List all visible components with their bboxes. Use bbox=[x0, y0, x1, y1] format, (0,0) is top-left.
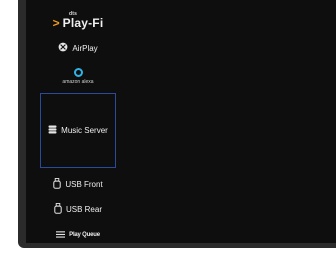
usb-rear-label: USB Rear bbox=[65, 204, 102, 214]
airplay-icon bbox=[58, 42, 68, 54]
source-music-server[interactable]: Music Server bbox=[40, 93, 116, 168]
source-airplay[interactable]: AirPlay bbox=[40, 40, 116, 56]
alexa-label: amazon alexa bbox=[62, 78, 94, 85]
source-amazon-alexa[interactable]: amazon alexa bbox=[40, 62, 116, 90]
server-icon bbox=[48, 125, 57, 136]
source-play-fi[interactable]: > dts Play-Fi bbox=[40, 11, 116, 34]
source-usb-rear[interactable]: USB Rear bbox=[40, 201, 116, 217]
music-server-label: Music Server bbox=[61, 126, 108, 135]
list-icon bbox=[56, 230, 66, 240]
play-queue[interactable]: Play Queue bbox=[40, 228, 116, 242]
usb-front-label: USB Front bbox=[65, 179, 103, 189]
play-fi-arrow-icon: > bbox=[52, 16, 60, 30]
usb-icon bbox=[53, 177, 62, 191]
airplay-label: AirPlay bbox=[72, 43, 98, 53]
source-usb-front[interactable]: USB Front bbox=[40, 176, 116, 192]
alexa-ring-icon bbox=[73, 67, 83, 77]
source-menu: > dts Play-Fi AirPlay amazon alexa Music… bbox=[26, 0, 336, 243]
play-queue-label: Play Queue bbox=[69, 232, 100, 238]
play-fi-label: Play-Fi bbox=[62, 16, 104, 30]
dts-brand-text: dts bbox=[69, 11, 78, 17]
usb-icon bbox=[54, 202, 62, 216]
